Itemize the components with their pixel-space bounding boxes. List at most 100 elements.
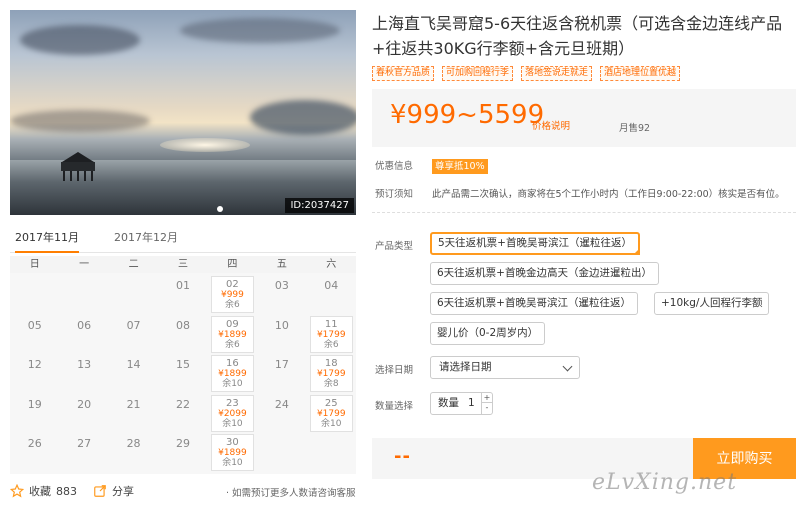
feature-tag: 春秋官方品质 — [372, 66, 435, 81]
calendar-day-number: 06 — [77, 318, 92, 332]
booking-notice-row: 预订须知 此产品需二次确认，商家将在5个工作小时内（工作日9:00-22:00）… — [375, 186, 785, 200]
calendar-day: 06 — [59, 316, 108, 356]
calendar-day: 13 — [59, 355, 108, 395]
calendar-day: 21 — [109, 395, 158, 435]
calendar-day-available[interactable]: 02 ¥999 余6 — [208, 276, 257, 316]
calendar-day-price: ¥1899 — [218, 448, 247, 458]
calendar-day — [109, 276, 158, 316]
calendar-day-available[interactable]: 16 ¥1899 余10 — [208, 355, 257, 395]
share-button[interactable]: 分享 — [93, 483, 134, 499]
share-label: 分享 — [112, 485, 134, 498]
watermark: eLvXing.net — [592, 470, 738, 495]
calendar-day-price: ¥1799 — [316, 408, 346, 419]
calendar-day-number: 19 — [27, 397, 42, 411]
calendar-day-number: 01 — [175, 279, 190, 292]
carousel-dot[interactable] — [217, 206, 223, 212]
star-icon — [10, 484, 24, 498]
calendar-day-number: 23 — [226, 397, 239, 409]
weekday-label: 四 — [227, 259, 238, 270]
price-note-link[interactable]: 价格说明 — [532, 118, 570, 132]
calendar-day-available[interactable]: 23 ¥2099 余10 — [208, 394, 257, 435]
monthly-sales: 月售92 — [619, 123, 651, 134]
calendar-day-number: 25 — [324, 397, 338, 409]
tab-month-december[interactable]: 2017年12月 — [114, 229, 178, 253]
calendar-day-number: 02 — [226, 279, 239, 290]
calendar-day — [307, 434, 356, 474]
booking-notice-label: 预订须知 — [375, 189, 414, 200]
product-option[interactable]: 婴儿价（0-2周岁内） — [430, 322, 546, 345]
calendar-day-number: 30 — [226, 437, 239, 448]
weekday-label: 三 — [177, 259, 188, 270]
weekday-label: 一 — [79, 259, 90, 270]
calendar-day: 17 — [257, 355, 306, 395]
calendar-day-number: 15 — [175, 358, 190, 371]
discount-badge: 尊享抵10% — [432, 159, 488, 174]
calendar-day-price: ¥1899 — [218, 369, 247, 379]
calendar-day-number: 24 — [274, 397, 289, 411]
calendar-day: 03 — [257, 276, 306, 316]
photo-cloud — [20, 25, 140, 55]
calendar-day-available[interactable]: 09 ¥1899 余6 — [208, 315, 257, 356]
increment-button[interactable]: + — [482, 393, 492, 403]
calendar-day-stock: 余10 — [222, 458, 243, 468]
calendar-day-price: ¥1799 — [316, 369, 346, 379]
calendar-day: 04 — [307, 276, 356, 316]
quantity-stepper[interactable]: 数量 1 + - — [430, 392, 493, 415]
calendar-day-number: 07 — [126, 318, 141, 332]
date-select-placeholder: 请选择日期 — [439, 361, 492, 373]
product-option[interactable]: +10kg/人回程行李额 — [654, 292, 770, 315]
calendar-day: 10 — [257, 316, 306, 356]
product-photo[interactable]: ID:2037427 — [10, 10, 356, 215]
photo-id-badge: ID:2037427 — [285, 198, 354, 213]
calendar-day: 24 — [257, 395, 306, 435]
feature-tag: 酒店地理位置优越 — [600, 66, 681, 81]
calendar-day-number: 26 — [27, 437, 42, 450]
consult-note: · 如需预订更多人数请咨询客服 — [226, 488, 356, 499]
calendar-day-price: ¥2099 — [218, 408, 247, 419]
photo-cloud — [10, 110, 150, 132]
decrement-button[interactable]: - — [482, 403, 492, 413]
calendar-day-number: 09 — [226, 318, 239, 330]
weekday-label: 五 — [276, 259, 287, 270]
favorite-button[interactable]: 收藏 883 — [10, 483, 77, 499]
calendar-day: 05 — [10, 316, 59, 356]
calendar-day-number: 22 — [175, 397, 190, 411]
calendar-day-available[interactable]: 18 ¥1799 余8 — [307, 355, 356, 395]
quantity-value[interactable]: 1 — [468, 393, 475, 414]
calendar-day-number — [257, 434, 306, 437]
calendar-day-number: 03 — [274, 279, 289, 292]
calendar-day-available[interactable]: 25 ¥1799 余10 — [307, 394, 356, 435]
calendar-day-stock: 余10 — [222, 379, 243, 389]
calendar-day-stock: 余6 — [323, 339, 339, 350]
price-range: ¥999~5599 — [390, 100, 545, 130]
calendar-day-number: 18 — [324, 358, 338, 369]
photo-sun — [160, 138, 250, 152]
calendar-day-number: 14 — [126, 358, 141, 371]
product-option[interactable]: 6天往返机票+首晚金边高天（金边进暹粒出） — [430, 262, 659, 285]
feature-tags: 春秋官方品质 可加购回程行李 落地签说走就走 酒店地理位置优越 — [372, 66, 681, 81]
calendar-day-number — [307, 434, 356, 437]
date-label: 选择日期 — [375, 365, 414, 376]
date-select[interactable]: 请选择日期 — [430, 356, 580, 379]
calendar-day-available[interactable]: 11 ¥1799 余6 — [307, 315, 356, 356]
calendar-day: 20 — [59, 395, 108, 435]
tab-month-november[interactable]: 2017年11月 — [15, 229, 79, 253]
calendar-day-stock: 余10 — [321, 418, 342, 429]
product-option-selected[interactable]: 5天往返机票+首晚吴哥滨江（暹粒往返） — [430, 232, 640, 255]
calendar-day-number: 17 — [274, 358, 289, 371]
calendar-day-number: 05 — [27, 318, 42, 332]
photo-cloud — [180, 18, 340, 43]
calendar-day-stock: 余6 — [225, 300, 240, 310]
calendar-day-number: 21 — [126, 397, 141, 411]
calendar-day-number: 13 — [77, 358, 92, 371]
calendar-day: 28 — [109, 434, 158, 474]
weekday-label: 二 — [128, 259, 139, 270]
discount-row: 优惠信息 尊享抵10% — [375, 158, 488, 174]
product-option[interactable]: 6天往返机票+首晚吴哥滨江（暹粒往返） — [430, 292, 638, 315]
calendar-day-number — [109, 276, 158, 279]
calendar-day-stock: 余6 — [225, 339, 240, 350]
calendar-day-available[interactable]: 30 ¥1899 余10 — [208, 434, 257, 474]
calendar-day-number: 16 — [226, 358, 239, 369]
price-calendar: 日 一 二 三 四 五 六 01 02 ¥999 余6 03 04 05 06 07 08 09 ¥1… — [10, 256, 356, 474]
quantity-prefix: 数量 — [438, 397, 459, 409]
